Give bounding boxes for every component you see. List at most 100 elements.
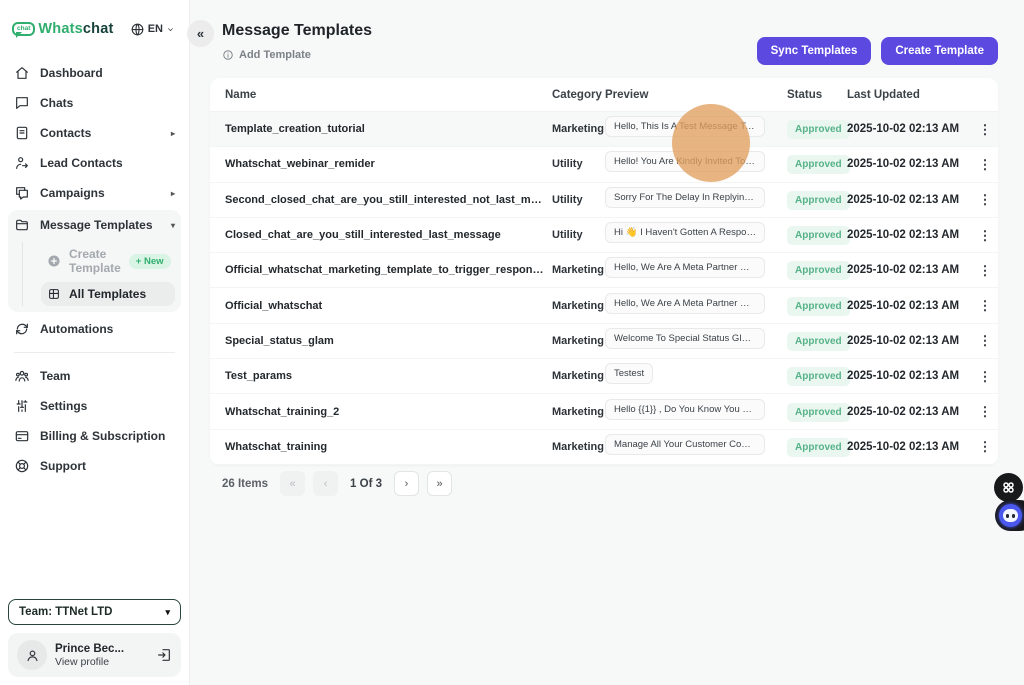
- sidebar-item-team[interactable]: Team: [8, 361, 181, 391]
- table-row: Whatschat_training Marketing Manage All Yo…: [210, 430, 998, 465]
- status-cell: Approved: [787, 296, 850, 316]
- plus-circle-icon: [47, 254, 61, 268]
- team-icon: [14, 368, 30, 384]
- sidebar-item-lead-contacts[interactable]: Lead Contacts: [8, 148, 181, 178]
- status-cell: Approved: [787, 331, 850, 351]
- profile-name: Prince Bec...: [55, 642, 125, 655]
- sidebar-item-chats[interactable]: Chats: [8, 88, 181, 118]
- preview-cell: Sorry For The Delay In Replying 🙏 . C...: [605, 186, 787, 213]
- sidebar-item-dashboard[interactable]: Dashboard: [8, 58, 181, 88]
- sidebar-nav: Dashboard Chats Contacts ▸ Lead Contacts Camp…: [0, 52, 189, 591]
- row-menu-button[interactable]: ⋮: [973, 295, 998, 316]
- view-profile-link[interactable]: View profile: [55, 656, 148, 668]
- sidebar-item-label: Lead Contacts: [40, 156, 123, 170]
- row-menu-button[interactable]: ⋮: [973, 436, 998, 457]
- table-row: Whatschat_training_2 Marketing Hello {{1}}…: [210, 394, 998, 430]
- first-page-button: «: [280, 471, 306, 496]
- row-menu-button[interactable]: ⋮: [973, 401, 998, 422]
- sidebar-item-label: Team: [40, 369, 71, 383]
- automation-icon: [14, 321, 30, 337]
- sidebar-divider: [14, 352, 175, 353]
- sidebar-item-label: Campaigns: [40, 186, 105, 200]
- status-cell: Approved: [787, 225, 850, 246]
- row-menu-button[interactable]: ⋮: [973, 260, 998, 281]
- table-row: Official_whatschat Marketing Hello, We Are…: [210, 288, 998, 324]
- sidebar-item-automations[interactable]: Automations: [8, 314, 181, 344]
- status-cell: Approved: [787, 260, 850, 281]
- template-name: Closed_chat_are_you_still_interested_las…: [225, 229, 501, 242]
- sidebar-item-label: Contacts: [40, 126, 92, 140]
- template-name: Second_closed_chat_are_you_still_interes…: [225, 193, 552, 206]
- chatbot-fab[interactable]: [995, 500, 1024, 531]
- template-preview-chip[interactable]: Hello! You Are Kindly Invited To Our W..…: [605, 151, 765, 173]
- row-menu-button[interactable]: ⋮: [973, 225, 998, 246]
- row-menu-button[interactable]: ⋮: [973, 330, 998, 351]
- sidebar-subitem-all-templates[interactable]: All Templates: [41, 282, 175, 306]
- next-page-button[interactable]: ›: [394, 471, 419, 496]
- sidebar-item-label: Chats: [40, 96, 74, 110]
- team-select[interactable]: Team: TTNet LTD ▾: [8, 599, 181, 625]
- template-preview-chip[interactable]: Hello {{1}} , Do You Know You Can Use ..…: [605, 398, 765, 420]
- pagination: 26 Items « ‹ 1 Of 3 › »: [222, 471, 452, 496]
- template-preview-chip[interactable]: Hi 👋 I Haven't Gotten A Response Fr...: [605, 222, 765, 244]
- sidebar-header: chat Whatschat EN: [0, 0, 189, 52]
- header-actions: Sync Templates Create Template: [756, 37, 998, 65]
- person-icon: [24, 647, 41, 664]
- last-page-button[interactable]: »: [427, 471, 452, 496]
- template-preview-chip[interactable]: Hello, This Is A Test Message Template..…: [605, 116, 765, 138]
- sidebar-item-message-templates[interactable]: Message Templates ▾: [8, 210, 181, 240]
- status-cell: Approved: [787, 119, 850, 140]
- template-preview-chip[interactable]: Hello, We Are A Meta Partner With W...: [605, 292, 765, 314]
- sidebar-item-contacts[interactable]: Contacts ▸: [8, 118, 181, 148]
- column-header-last-updated: Last Updated: [847, 88, 920, 101]
- chevron-right-icon: ▸: [170, 128, 175, 138]
- info-icon: [222, 49, 234, 61]
- row-menu-button[interactable]: ⋮: [973, 119, 998, 140]
- table-row: Whatschat_webinar_remider Utility Hello! Y…: [210, 147, 998, 183]
- sidebar-collapse-button[interactable]: «: [187, 20, 214, 47]
- sync-templates-button[interactable]: Sync Templates: [756, 37, 872, 65]
- chevron-down-icon: ▾: [170, 220, 175, 230]
- template-preview-chip[interactable]: Welcome To Special Status Glam. Ho...: [605, 327, 765, 349]
- row-menu-button[interactable]: ⋮: [973, 189, 998, 210]
- template-category: Marketing: [552, 334, 604, 347]
- sidebar-item-label: Support: [40, 459, 86, 473]
- status-badge: Approved: [787, 120, 850, 140]
- template-category: Marketing: [552, 264, 604, 277]
- template-category: Utility: [552, 193, 583, 206]
- profile-card[interactable]: Prince Bec... View profile: [8, 633, 181, 677]
- status-cell: Approved: [787, 154, 850, 175]
- templates-icon: [14, 217, 30, 233]
- sidebar-item-support[interactable]: Support: [8, 451, 181, 481]
- last-updated: 2025-10-02 02:13 AM: [847, 405, 960, 418]
- sidebar-subitem-create-template[interactable]: Create Template + New: [41, 242, 175, 280]
- add-template-link[interactable]: Add Template: [222, 49, 372, 61]
- template-preview-chip[interactable]: Sorry For The Delay In Replying 🙏 . C...: [605, 186, 765, 208]
- shortcut-fab[interactable]: [994, 473, 1023, 502]
- caret-down-icon: ▾: [165, 606, 170, 617]
- main-content: Message Templates Add Template Sync Temp…: [190, 0, 1024, 685]
- row-menu-button[interactable]: ⋮: [973, 154, 998, 175]
- chat-icon: [14, 95, 30, 111]
- template-preview-chip[interactable]: Manage All Your Customer Conversati...: [605, 433, 765, 455]
- row-menu-button[interactable]: ⋮: [973, 366, 998, 387]
- sidebar-item-settings[interactable]: Settings: [8, 391, 181, 421]
- language-selector[interactable]: EN: [130, 22, 175, 37]
- template-preview-chip[interactable]: Testest: [605, 363, 654, 385]
- status-badge: Approved: [787, 190, 850, 210]
- preview-cell: Hello, This Is A Test Message Template..…: [605, 116, 787, 142]
- column-header-preview: Preview: [605, 88, 649, 101]
- table-row: Second_closed_chat_are_you_still_interes…: [210, 183, 998, 218]
- sidebar-subitem-label: Create Template: [69, 247, 121, 275]
- logout-icon[interactable]: [156, 647, 172, 663]
- status-badge: Approved: [787, 261, 850, 281]
- sidebar-item-campaigns[interactable]: Campaigns ▸: [8, 178, 181, 208]
- column-header-status: Status: [787, 88, 823, 101]
- sidebar-item-billing-subscription[interactable]: Billing & Subscription: [8, 421, 181, 451]
- template-preview-chip[interactable]: Hello, We Are A Meta Partner With W...: [605, 257, 765, 279]
- create-template-button[interactable]: Create Template: [881, 37, 998, 65]
- avatar: [17, 640, 47, 670]
- column-header-name: Name: [225, 88, 257, 101]
- templates-table-card: Name Category Preview Status Last Updated Te…: [210, 78, 998, 465]
- status-cell: Approved: [787, 437, 850, 457]
